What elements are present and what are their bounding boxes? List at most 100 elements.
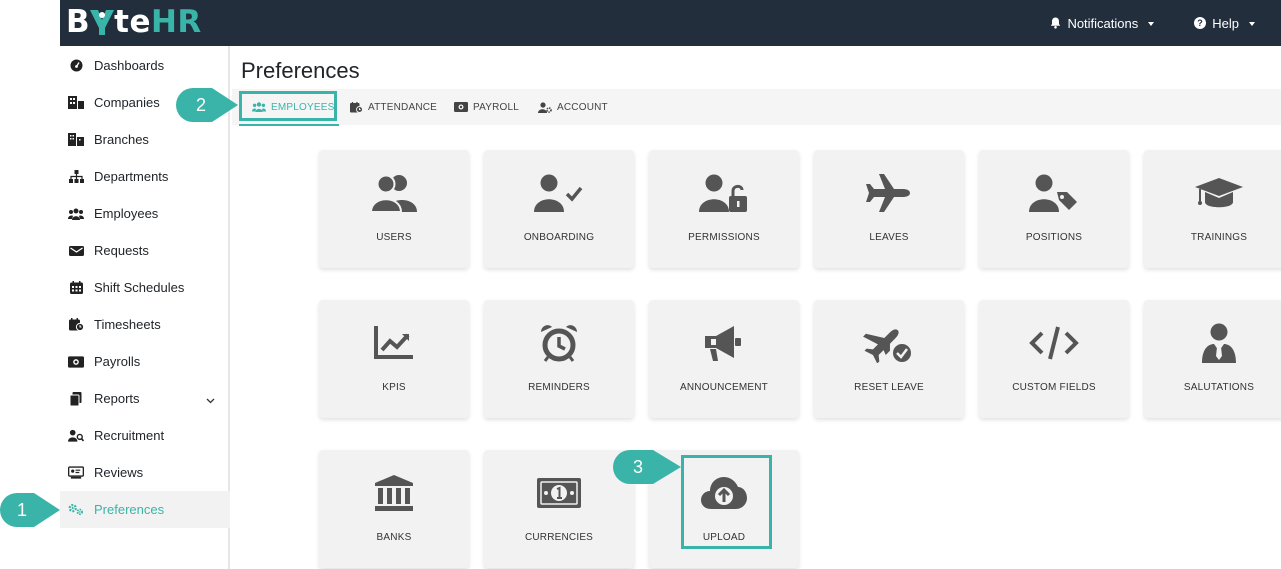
calendar-clock-icon: [350, 101, 363, 113]
caret-down-icon: [1148, 21, 1155, 26]
dashboard-icon: [68, 59, 84, 73]
callout-number: 3: [632, 457, 643, 477]
preferences-tabs: EMPLOYEES ATTENDANCE PAYROLL ACCOUNT: [232, 89, 1281, 125]
megaphone-icon: [649, 322, 799, 364]
sidebar-item-label: Payrolls: [94, 354, 141, 369]
tab-label: ATTENDANCE: [368, 101, 438, 113]
sidebar-item-label: Shift Schedules: [94, 280, 185, 295]
card-label: ONBOARDING: [523, 232, 595, 243]
card-permissions[interactable]: PERMISSIONS: [649, 150, 799, 268]
reviews-icon: [68, 466, 84, 480]
users-icon: [319, 172, 469, 214]
notifications-label: Notifications: [1067, 15, 1139, 31]
plane-icon: [814, 172, 964, 214]
callout-number: 2: [195, 95, 206, 115]
help-label: Help: [1212, 15, 1239, 31]
callout-badge-1: 1: [0, 493, 60, 527]
card-label: KPIS: [382, 382, 406, 393]
card-salutations[interactable]: SALUTATIONS: [1144, 300, 1281, 418]
tab-label: ACCOUNT: [557, 101, 608, 113]
sidebar-item-timesheets[interactable]: Timesheets: [60, 306, 230, 343]
sidebar-item-label: Dashboards: [94, 58, 165, 73]
sidebar-item-shift-schedules[interactable]: Shift Schedules: [60, 269, 230, 306]
card-reset-leave[interactable]: RESET LEAVE: [814, 300, 964, 418]
card-leaves[interactable]: LEAVES: [814, 150, 964, 268]
sidebar-item-preferences[interactable]: Preferences: [60, 491, 230, 528]
sidebar-item-label: Recruitment: [94, 428, 165, 443]
card-label: LEAVES: [869, 232, 909, 243]
sidebar-item-label: Branches: [94, 132, 149, 147]
card-label: TRAININGS: [1190, 232, 1248, 243]
sidebar-item-requests[interactable]: Requests: [60, 232, 230, 269]
sidebar-item-label: Employees: [94, 206, 159, 221]
card-label: POSITIONS: [1025, 232, 1083, 243]
sidebar-item-recruitment[interactable]: Recruitment: [60, 417, 230, 454]
plane-check-icon: [814, 322, 964, 364]
tab-payroll[interactable]: PAYROLL: [454, 89, 519, 125]
bank-icon: [319, 472, 469, 514]
calendar-icon: [68, 281, 84, 295]
sidebar-item-departments[interactable]: Departments: [60, 158, 230, 195]
sidebar-item-payrolls[interactable]: Payrolls: [60, 343, 230, 380]
sidebar-item-employees[interactable]: Employees: [60, 195, 230, 232]
recruitment-icon: [68, 429, 84, 443]
tab-label: PAYROLL: [473, 101, 520, 113]
bytehr-logo[interactable]: BteHR: [66, 4, 202, 40]
card-custom-fields[interactable]: CUSTOM FIELDS: [979, 300, 1129, 418]
user-check-icon: [484, 172, 634, 214]
companies-icon: [68, 96, 84, 110]
bell-icon: [1051, 17, 1061, 29]
tab-account[interactable]: ACCOUNT: [538, 89, 608, 125]
notifications-dropdown[interactable]: Notifications: [1050, 15, 1155, 31]
card-onboarding[interactable]: ONBOARDING: [484, 150, 634, 268]
card-kpis[interactable]: KPIS: [319, 300, 469, 418]
question-circle-icon: ?: [1194, 17, 1207, 29]
callout-badge-2: 2: [176, 88, 238, 122]
money-bill-icon: [454, 102, 468, 112]
code-icon: [979, 322, 1129, 364]
card-reminders[interactable]: REMINDERS: [484, 300, 634, 418]
card-currencies[interactable]: CURRENCIES: [484, 450, 634, 568]
sidebar-item-dashboards[interactable]: Dashboards: [60, 47, 230, 84]
sidebar-item-branches[interactable]: Branches: [60, 121, 230, 158]
highlight-employees-tab: [239, 91, 337, 121]
user-tie-icon: [1144, 322, 1281, 364]
reports-icon: [68, 391, 84, 406]
app-window: BteHR Notifications ? Help Dashboards Co…: [0, 0, 1281, 569]
graduation-cap-icon: [1144, 172, 1281, 214]
card-label: USERS: [376, 232, 412, 243]
sidebar-item-label: Reviews: [94, 465, 144, 480]
sidebar-item-label: Reports: [94, 391, 140, 406]
branches-icon: [68, 133, 84, 147]
sidebar: Dashboards Companies Branches Department…: [60, 46, 230, 569]
employees-icon: [68, 207, 84, 221]
card-announcement[interactable]: ANNOUNCEMENT: [649, 300, 799, 418]
logo-y-glyph: [90, 10, 115, 35]
svg-text:?: ?: [1198, 18, 1204, 28]
money-bill-icon: [484, 472, 634, 514]
callout-number: 1: [16, 500, 27, 520]
requests-icon: [68, 244, 84, 258]
sidebar-item-reports[interactable]: Reports: [60, 380, 230, 417]
card-label: CURRENCIES: [524, 532, 594, 543]
payroll-icon: [68, 355, 84, 369]
user-lock-icon: [649, 172, 799, 214]
user-cog-icon: [538, 101, 552, 113]
card-positions[interactable]: POSITIONS: [979, 150, 1129, 268]
tab-attendance[interactable]: ATTENDANCE: [350, 89, 437, 125]
alarm-clock-icon: [484, 322, 634, 364]
card-users[interactable]: USERS: [319, 150, 469, 268]
sidebar-item-label: Requests: [94, 243, 149, 258]
chevron-down-icon[interactable]: [206, 392, 215, 407]
caret-down-icon: [1249, 21, 1255, 26]
page-title: Preferences: [241, 58, 360, 83]
card-trainings[interactable]: TRAININGS: [1144, 150, 1281, 268]
sidebar-item-reviews[interactable]: Reviews: [60, 454, 230, 491]
highlight-upload-card: [681, 455, 772, 549]
active-tab-indicator: [239, 124, 339, 126]
card-banks[interactable]: BANKS: [319, 450, 469, 568]
departments-icon: [68, 170, 84, 184]
timesheet-icon: [68, 318, 84, 332]
help-dropdown[interactable]: ? Help: [1194, 16, 1255, 31]
card-label: BANKS: [376, 532, 412, 543]
